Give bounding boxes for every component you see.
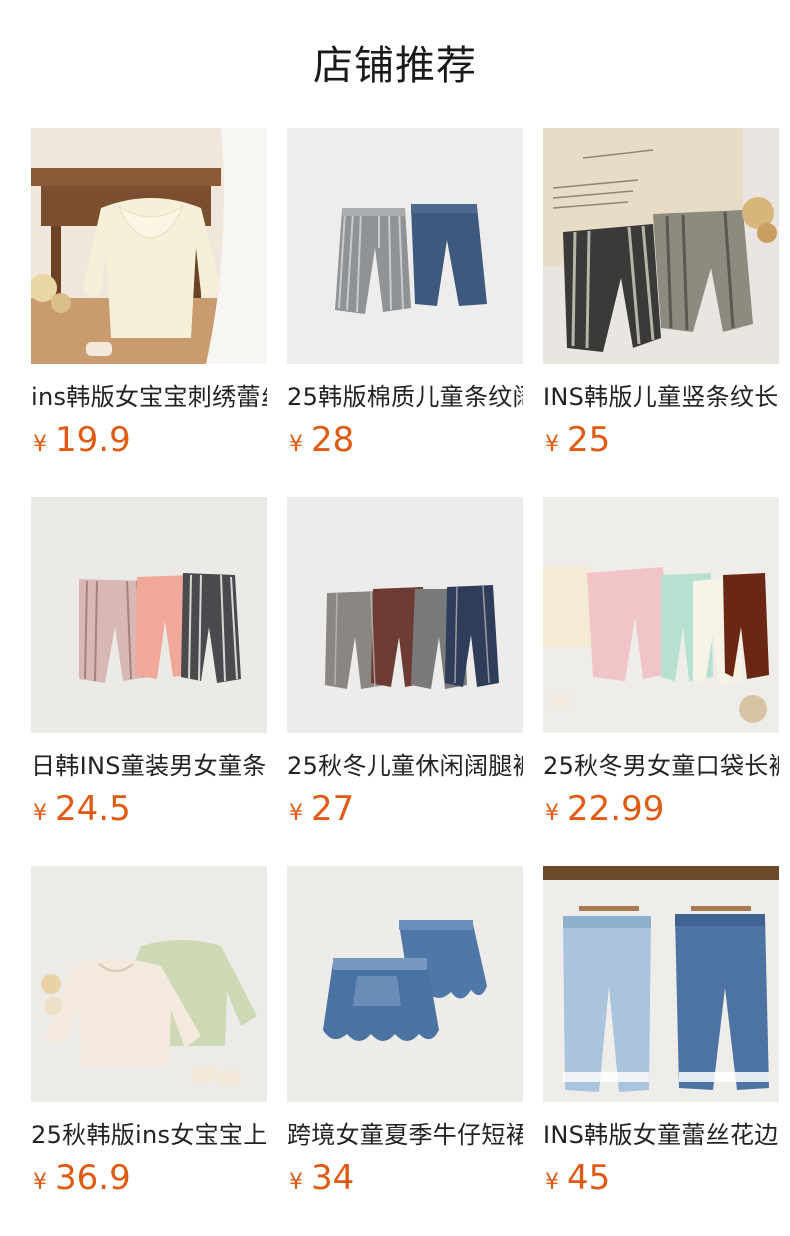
product-image[interactable] xyxy=(31,866,267,1102)
currency-symbol: ¥ xyxy=(289,1170,303,1195)
price-value: 34 xyxy=(311,1158,355,1198)
product-name[interactable]: INS韩版儿童竖条纹长裤 xyxy=(543,382,779,412)
currency-symbol: ¥ xyxy=(289,801,303,826)
product-price: ¥ 19.9 xyxy=(31,420,267,460)
currency-symbol: ¥ xyxy=(33,801,47,826)
product-name[interactable]: 25秋冬儿童休闲阔腿裤 xyxy=(287,751,523,781)
product-image[interactable] xyxy=(31,128,267,364)
product-price: ¥ 28 xyxy=(287,420,523,460)
product-card[interactable]: 日韩INS童装男女童条纹长裤 ¥ 24.5 xyxy=(31,497,267,866)
product-image[interactable] xyxy=(543,497,779,733)
currency-symbol: ¥ xyxy=(289,432,303,457)
price-value: 19.9 xyxy=(55,420,131,460)
product-name[interactable]: 25秋韩版ins女宝宝上衣 xyxy=(31,1120,267,1150)
product-name[interactable]: 25韩版棉质儿童条纹阔腿裤 xyxy=(287,382,523,412)
product-price: ¥ 36.9 xyxy=(31,1158,267,1198)
product-price: ¥ 27 xyxy=(287,789,523,829)
product-image[interactable] xyxy=(287,128,523,364)
product-price: ¥ 25 xyxy=(543,420,779,460)
product-name[interactable]: INS韩版女童蕾丝花边牛仔裤 xyxy=(543,1120,779,1150)
currency-symbol: ¥ xyxy=(545,432,559,457)
price-value: 22.99 xyxy=(567,789,665,829)
product-image[interactable] xyxy=(31,497,267,733)
price-value: 45 xyxy=(567,1158,611,1198)
product-image[interactable] xyxy=(543,866,779,1102)
recommendations-page: 店铺推荐 ins韩版女宝宝刺绣蕾 ¥ 19.9 25韩版棉质儿童条纹 ¥ 28 … xyxy=(0,0,790,1236)
product-name[interactable]: ins韩版女宝宝刺绣蕾丝娃娃领衬衫 xyxy=(31,382,267,412)
product-price: ¥ 22.99 xyxy=(543,789,779,829)
price-value: 27 xyxy=(311,789,355,829)
price-value: 28 xyxy=(311,420,355,460)
currency-symbol: ¥ xyxy=(33,1170,47,1195)
product-card[interactable]: 25秋冬儿童休闲阔腿裤 ¥ 27 xyxy=(287,497,523,866)
price-value: 36.9 xyxy=(55,1158,131,1198)
product-price: ¥ 24.5 xyxy=(31,789,267,829)
product-name[interactable]: 25秋冬男女童口袋长裤 xyxy=(543,751,779,781)
product-card[interactable]: INS韩版女童蕾丝花边牛仔裤 ¥ 45 xyxy=(543,866,779,1235)
price-value: 24.5 xyxy=(55,789,131,829)
product-price: ¥ 45 xyxy=(543,1158,779,1198)
product-card[interactable]: INS韩版儿童竖条纹长裤 ¥ 25 xyxy=(543,128,779,497)
product-name[interactable]: 日韩INS童装男女童条纹长裤 xyxy=(31,751,267,781)
product-card[interactable]: 25秋冬男女童口袋长裤 ¥ 22.99 xyxy=(543,497,779,866)
product-image[interactable] xyxy=(543,128,779,364)
currency-symbol: ¥ xyxy=(545,1170,559,1195)
product-price: ¥ 34 xyxy=(287,1158,523,1198)
price-value: 25 xyxy=(567,420,611,460)
product-name[interactable]: 跨境女童夏季牛仔短裙 xyxy=(287,1120,523,1150)
product-grid: ins韩版女宝宝刺绣蕾丝娃娃领衬衫 ¥ 19.9 xyxy=(31,128,779,1235)
product-card[interactable]: 跨境女童夏季牛仔短裙 ¥ 34 xyxy=(287,866,523,1235)
product-image[interactable] xyxy=(287,497,523,733)
product-image[interactable] xyxy=(287,866,523,1102)
page-title: 店铺推荐 xyxy=(313,43,477,89)
product-card[interactable]: 25韩版棉质儿童条纹阔腿裤 ¥ 28 xyxy=(287,128,523,497)
product-card[interactable]: 25秋韩版ins女宝宝上衣 ¥ 36.9 xyxy=(31,866,267,1235)
product-card[interactable]: ins韩版女宝宝刺绣蕾丝娃娃领衬衫 ¥ 19.9 xyxy=(31,128,267,497)
currency-symbol: ¥ xyxy=(33,432,47,457)
currency-symbol: ¥ xyxy=(545,801,559,826)
